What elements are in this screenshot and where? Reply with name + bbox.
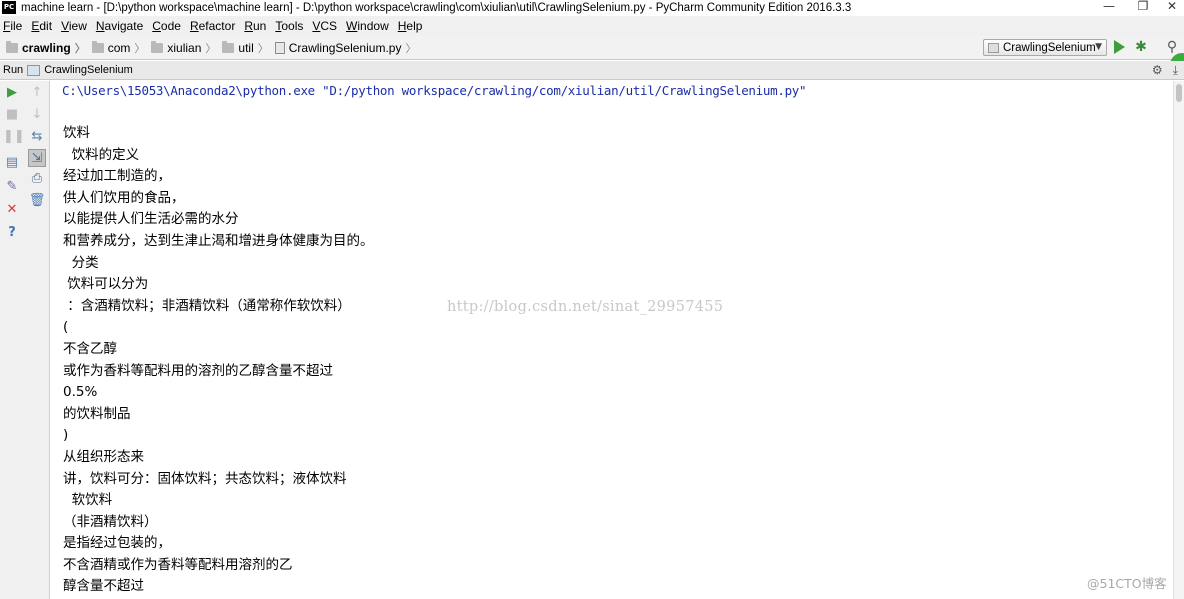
pycharm-logo-icon: PC xyxy=(2,1,16,14)
window-controls: — ❐ ✕ xyxy=(1092,0,1184,15)
menu-view[interactable]: View xyxy=(61,19,87,33)
console-line: 不含乙醇 xyxy=(63,340,117,357)
vertical-scrollbar[interactable] xyxy=(1173,81,1184,599)
console-line: ) xyxy=(63,427,69,444)
folder-icon xyxy=(151,40,164,53)
console-line: 和营养成分，达到生津止渴和增进身体健康为目的。 xyxy=(63,232,374,249)
breadcrumb-crawling[interactable]: crawling 〉 xyxy=(6,40,86,56)
console-line: 分类 xyxy=(63,254,99,271)
run-button[interactable] xyxy=(1114,40,1125,54)
console-line: ：含酒精饮料；非酒精饮料（通常称作软饮料） xyxy=(63,297,351,314)
stop-icon[interactable]: ■ xyxy=(3,106,21,124)
console-line: 饮料 xyxy=(63,125,90,141)
hide-panel-icon[interactable]: ⤓ xyxy=(1173,63,1178,78)
close-window-button[interactable]: ✕ xyxy=(1160,0,1184,15)
menu-edit[interactable]: Edit xyxy=(31,19,52,33)
scroll-to-end-icon[interactable]: ⇲ xyxy=(28,149,46,167)
breadcrumb-label: com xyxy=(107,40,131,55)
title-bar: PC machine learn - [D:\python workspace\… xyxy=(0,0,1184,15)
chevron-right-icon: 〉 xyxy=(74,41,86,55)
console-line: 0.5% xyxy=(63,384,98,401)
scrollbar-thumb[interactable] xyxy=(1176,84,1182,102)
breadcrumb-com[interactable]: com 〉 xyxy=(91,40,146,56)
menu-window[interactable]: Window xyxy=(346,19,389,33)
breadcrumb-label: CrawlingSelenium.py xyxy=(288,40,402,55)
restore-layout-icon[interactable]: ▤ xyxy=(3,154,21,172)
chevron-right-icon: 〉 xyxy=(405,41,417,55)
chevron-right-icon: 〉 xyxy=(257,41,269,55)
python-file-icon xyxy=(274,41,285,54)
dropdown-arrow-icon: ▼ xyxy=(1095,42,1102,52)
menu-bar: File Edit View Navigate Code Refactor Ru… xyxy=(0,16,1184,36)
folder-icon xyxy=(222,40,235,53)
run-panel-tools: ⚙ ⤓ xyxy=(1152,63,1178,78)
menu-tools[interactable]: Tools xyxy=(275,19,303,33)
corner-watermark: @51CTO博客 xyxy=(1087,576,1167,591)
console-line: 供人们饮用的食品， xyxy=(63,189,185,206)
settings-gear-icon[interactable]: ⚙ xyxy=(1152,63,1163,78)
menu-refactor[interactable]: Refactor xyxy=(190,19,235,33)
breadcrumb-label: util xyxy=(238,40,254,55)
chevron-right-icon: 〉 xyxy=(205,41,217,55)
menu-run[interactable]: Run xyxy=(244,19,266,33)
console-line: 以能提供人们生活必需的水分 xyxy=(63,211,239,228)
breadcrumb-file[interactable]: CrawlingSelenium.py 〉 xyxy=(274,40,417,56)
breadcrumb-util[interactable]: util 〉 xyxy=(222,40,269,56)
arrow-down-icon[interactable]: ↓ xyxy=(28,106,46,124)
console-line: 软饮料 xyxy=(63,492,113,509)
pin-tab-icon[interactable]: ✎ xyxy=(3,178,21,196)
console-output[interactable]: C:\Users\15053\Anaconda2\python.exe "D:/… xyxy=(51,81,1173,599)
maximize-button[interactable]: ❐ xyxy=(1126,0,1160,15)
console-line: 或作为香料等配料用的溶剂的乙醇含量不超过 xyxy=(63,362,333,379)
run-tab-icon xyxy=(27,64,41,76)
rerun-icon[interactable]: ▶ xyxy=(3,84,21,102)
run-panel-header: Run CrawlingSelenium ⚙ ⤓ xyxy=(0,61,1184,80)
trash-icon[interactable]: 🗑 xyxy=(28,192,46,210)
run-toolbar: ▶ ■ ❚❚ ▤ ✎ ✕ ? ↑ ↓ ⇆ ⇲ ⎙ 🗑 xyxy=(0,81,50,599)
console-command-line: C:\Users\15053\Anaconda2\python.exe "D:/… xyxy=(62,83,807,98)
console-line: 讲，饮料可分：固体饮料；共态饮料；液体饮料 xyxy=(63,470,347,487)
menu-file[interactable]: File xyxy=(3,19,22,33)
print-icon[interactable]: ⎙ xyxy=(28,170,46,188)
console-line: 饮料可以分为 xyxy=(63,276,149,293)
watermark: http://blog.csdn.net/sinat_29957455 xyxy=(447,299,724,315)
console-line: （非酒精饮料） xyxy=(63,513,158,530)
console-line: 醇含量不超过 xyxy=(63,578,144,595)
navigation-bar: crawling 〉 com 〉 xiulian 〉 util 〉 Crawli… xyxy=(0,36,1184,77)
folder-icon xyxy=(6,40,18,53)
console-line: 经过加工制造的， xyxy=(63,168,171,185)
console-output-lines: 饮料 饮料的定义经过加工制造的， 供人们饮用的食品， 以能提供人们生活必需的水分和营… xyxy=(63,123,374,598)
minimize-button[interactable]: — xyxy=(1092,0,1126,15)
menu-code[interactable]: Code xyxy=(152,19,181,33)
window-title: machine learn - [D:\python workspace\mac… xyxy=(21,1,852,14)
run-configuration-dropdown[interactable]: CrawlingSelenium ▼ xyxy=(983,39,1107,56)
close-icon[interactable]: ✕ xyxy=(3,201,21,219)
menu-vcs[interactable]: VCS xyxy=(312,19,337,33)
soft-wrap-icon[interactable]: ⇆ xyxy=(28,128,46,146)
console-line: 饮料的定义 xyxy=(63,146,140,163)
python-config-icon xyxy=(988,42,999,53)
menu-navigate[interactable]: Navigate xyxy=(96,19,143,33)
console-line: 的饮料制品 xyxy=(63,405,131,422)
console-line: ( xyxy=(63,319,69,336)
debug-bug-icon[interactable]: ✱ xyxy=(1133,39,1149,55)
breadcrumb-label: xiulian xyxy=(167,40,202,55)
menu-help[interactable]: Help xyxy=(398,19,423,33)
run-configuration-label: CrawlingSelenium xyxy=(1003,41,1096,54)
run-tab-title[interactable]: CrawlingSelenium xyxy=(44,64,133,76)
console-line: 不含酒精或作为香料等配料用溶剂的乙 xyxy=(63,556,293,573)
console-line: 是指经过包装的， xyxy=(63,535,171,552)
run-panel-label: Run xyxy=(3,64,24,76)
breadcrumb-xiulian[interactable]: xiulian 〉 xyxy=(151,40,216,56)
chevron-right-icon: 〉 xyxy=(134,41,146,55)
breadcrumb-label: crawling xyxy=(22,40,71,55)
pause-icon[interactable]: ❚❚ xyxy=(3,128,25,146)
folder-icon xyxy=(91,40,104,53)
arrow-up-icon[interactable]: ↑ xyxy=(28,84,46,102)
console-line: 从组织形态来 xyxy=(63,448,144,465)
help-icon[interactable]: ? xyxy=(3,224,21,242)
